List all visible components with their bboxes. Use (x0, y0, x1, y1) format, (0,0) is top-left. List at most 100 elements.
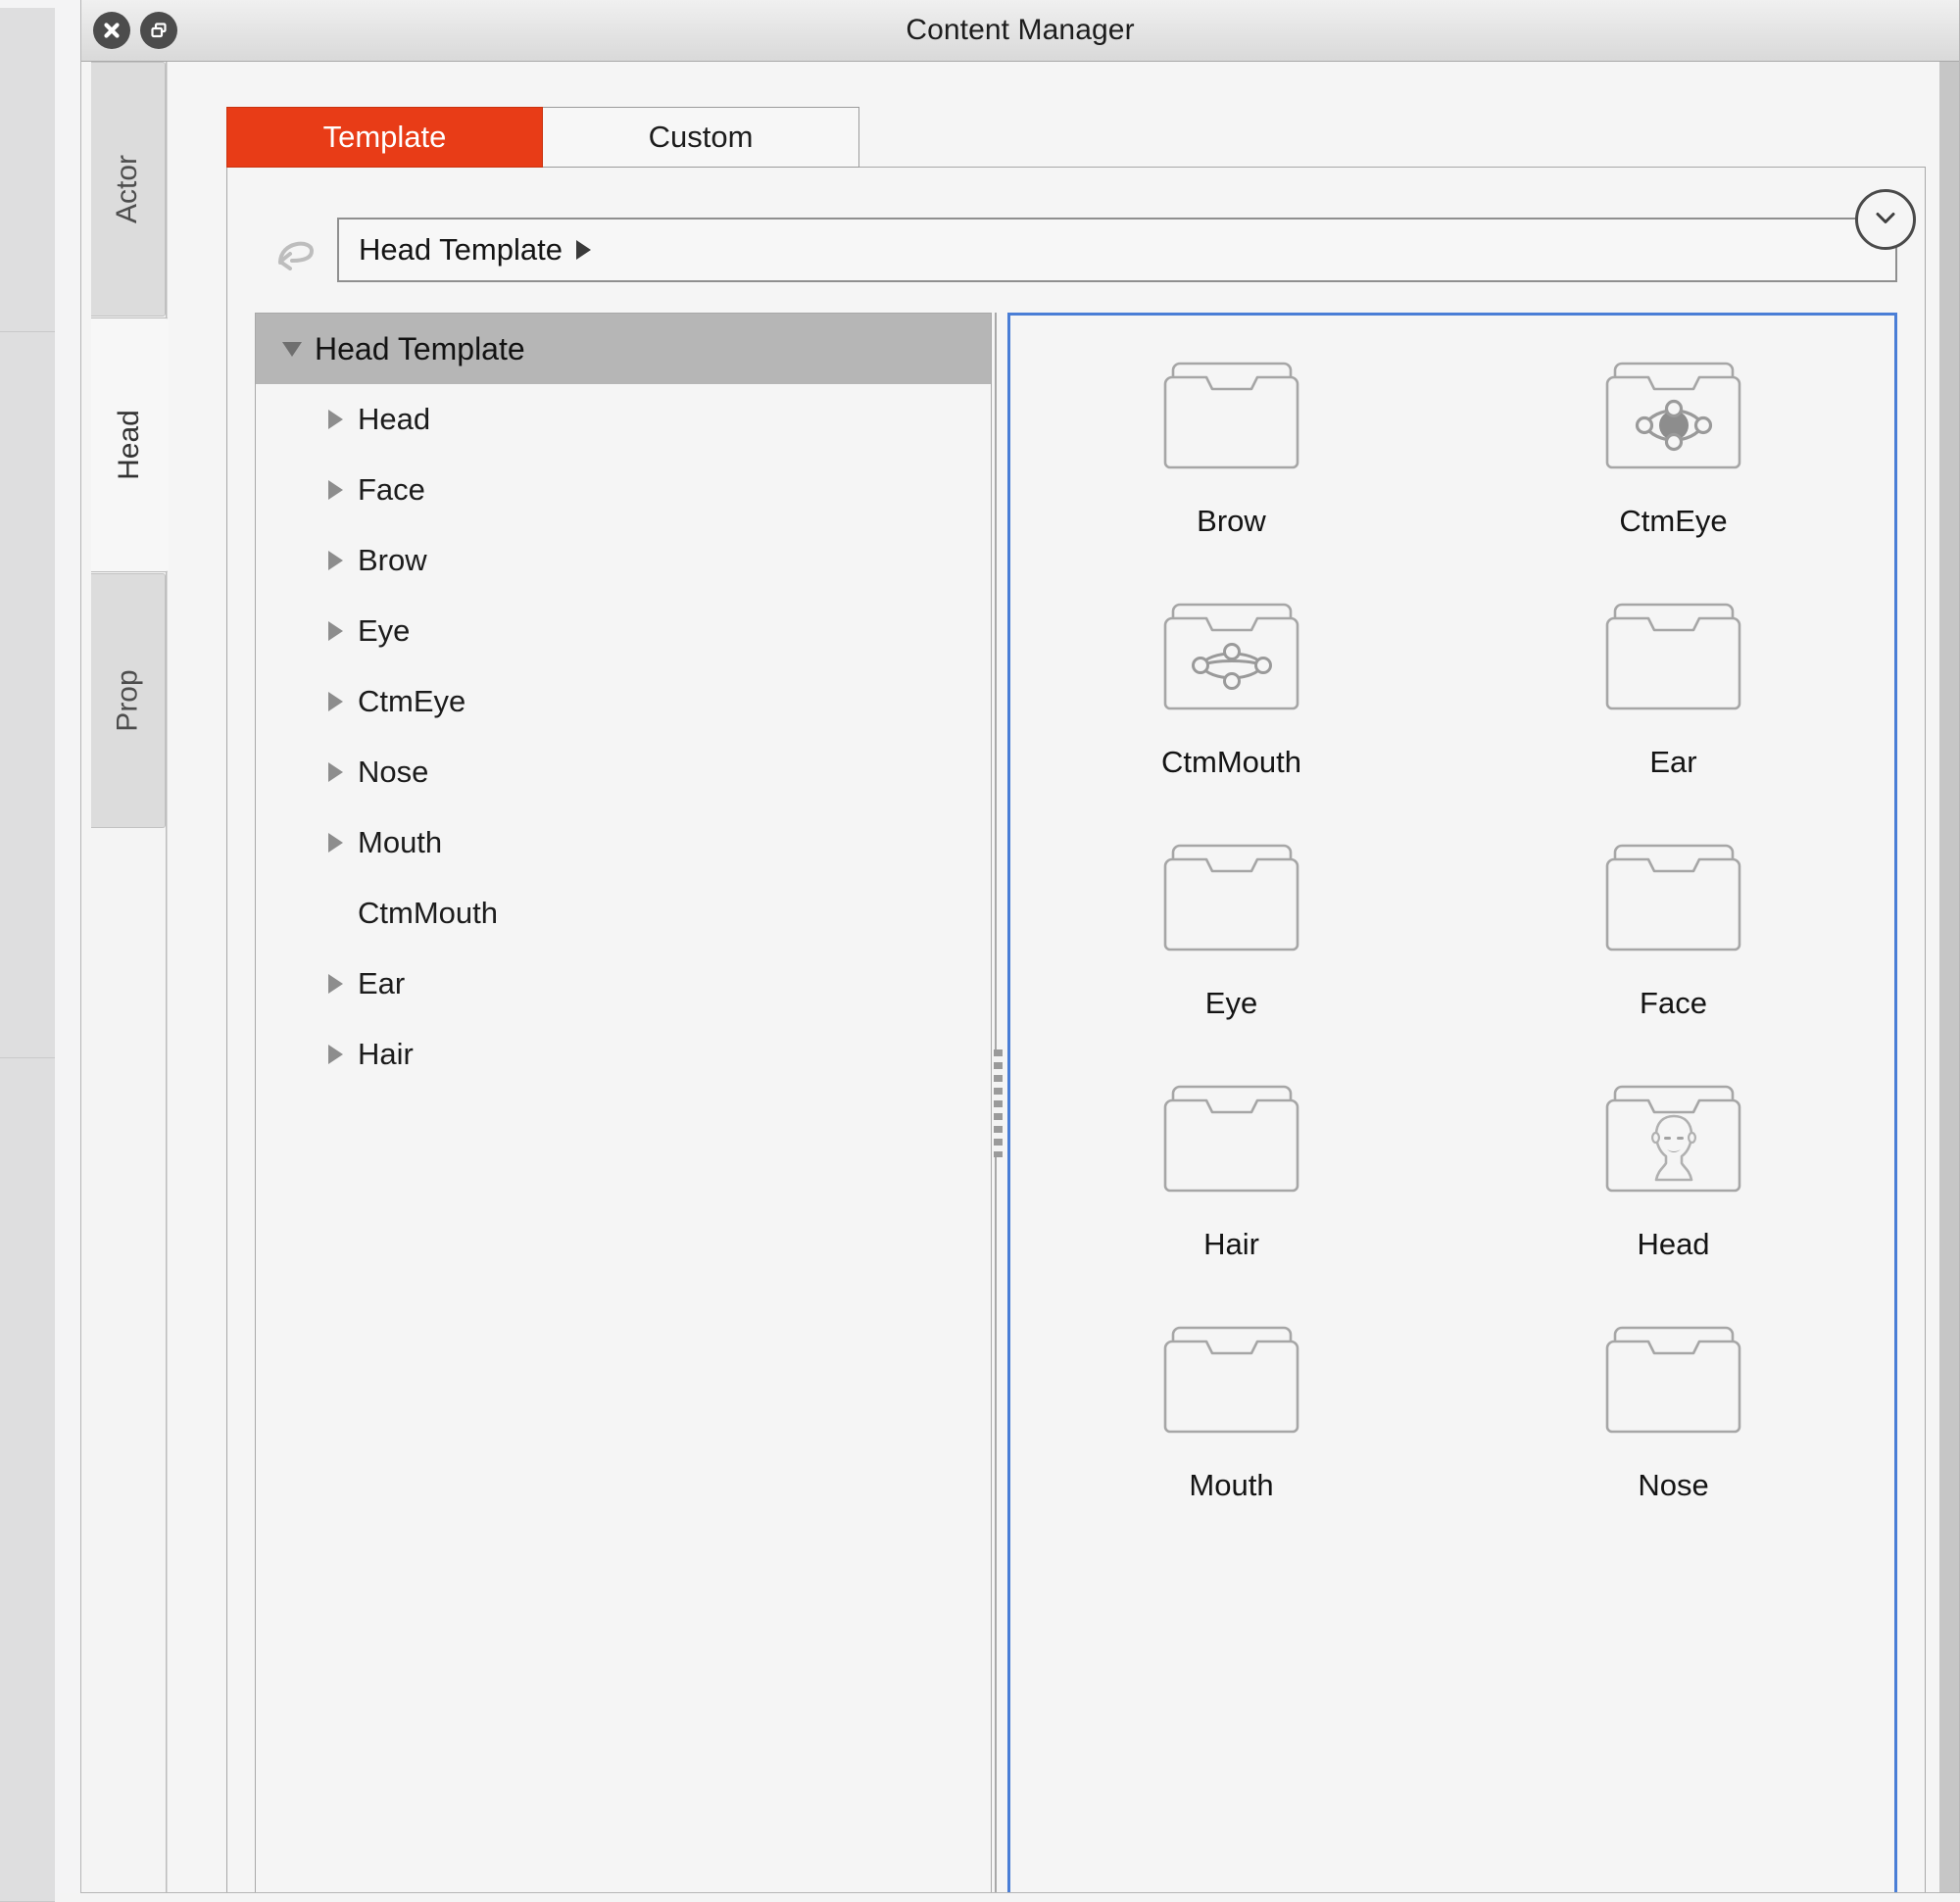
grid-item-label: Head (1637, 1227, 1709, 1262)
tab-custom[interactable]: Custom (543, 107, 859, 168)
sidebar-tab-prop[interactable]: Prop (91, 573, 166, 828)
folder-plain-icon (1155, 353, 1308, 476)
template-tree: Head Template Head (255, 313, 992, 1892)
breadcrumb-path-field[interactable]: Head Template (337, 218, 1897, 282)
folder-head-icon (1597, 1076, 1750, 1199)
tree-row-root[interactable]: Head Template (256, 314, 991, 384)
tree-row-label: CtmEye (358, 684, 466, 719)
grid-item[interactable]: Nose (1452, 1305, 1894, 1546)
tree-row-label: Head (358, 402, 430, 437)
grid-item[interactable]: Eye (1010, 823, 1452, 1064)
breadcrumb-path-label: Head Template (359, 232, 563, 268)
grid-item-label: CtmMouth (1161, 745, 1301, 780)
restore-window-icon (147, 19, 171, 42)
chevron-right-icon[interactable] (313, 833, 358, 853)
grid-item-label: Hair (1203, 1227, 1259, 1262)
chevron-right-icon[interactable] (313, 974, 358, 994)
chevron-right-icon[interactable] (313, 762, 358, 782)
tree-row[interactable]: Mouth (256, 807, 991, 878)
grid-item-label: CtmEye (1619, 504, 1727, 539)
sidebar-tab-head-label: Head (113, 410, 146, 480)
tree-row[interactable]: Nose (256, 737, 991, 807)
chevron-down-icon (1869, 201, 1902, 239)
window-body: Actor Head Prop Template Custom (81, 62, 1959, 1892)
sidebar-tab-actor-label: Actor (112, 155, 145, 223)
grid-item[interactable]: Face (1452, 823, 1894, 1064)
drag-handle-icon[interactable] (994, 1049, 1003, 1157)
tree-row[interactable]: CtmMouth (256, 878, 991, 949)
tree-row[interactable]: Ear (256, 949, 991, 1019)
sidebar-tab-actor[interactable]: Actor (91, 62, 166, 317)
chevron-right-icon[interactable] (313, 410, 358, 429)
folder-plain-icon (1155, 1317, 1308, 1440)
tree-row[interactable]: Head (256, 384, 991, 455)
panel-scroll-gutter[interactable] (1937, 62, 1959, 1892)
caret-right-icon (576, 240, 591, 260)
content-manager-window: Content Manager Actor Head Prop Template (80, 0, 1960, 1893)
breadcrumb-row: Head Template (255, 213, 1897, 287)
tree-row-label: Eye (358, 613, 410, 649)
pane-splitter[interactable] (992, 313, 1007, 1892)
tree-row-label: Mouth (358, 825, 442, 860)
tree-row[interactable]: Face (256, 455, 991, 525)
content-area: Template Custom (167, 62, 1959, 1892)
grid-item-label: Eye (1205, 986, 1257, 1021)
folder-plain-icon (1597, 1317, 1750, 1440)
chevron-right-icon[interactable] (313, 692, 358, 711)
restore-window-button[interactable] (140, 12, 177, 49)
chevron-right-icon[interactable] (313, 551, 358, 570)
window-title: Content Manager (906, 14, 1134, 47)
source-tabstrip: Template Custom (226, 107, 859, 168)
tree-row-label: Face (358, 472, 425, 508)
tree-row-label: CtmMouth (358, 896, 498, 931)
grid-item-label: Brow (1197, 504, 1266, 539)
folder-plain-icon (1155, 1076, 1308, 1199)
template-panel: Head Template Head Template (226, 167, 1926, 1892)
folder-plain-icon (1155, 835, 1308, 958)
grid-item[interactable]: Ear (1452, 582, 1894, 823)
folder-mouth-icon (1155, 594, 1308, 717)
tree-row[interactable]: Eye (256, 596, 991, 666)
tree-row-label: Hair (358, 1037, 414, 1072)
grid-item[interactable]: Brow (1010, 341, 1452, 582)
background-panel-strip (0, 8, 55, 332)
grid-item[interactable]: Hair (1010, 1064, 1452, 1305)
window-controls (93, 12, 177, 49)
tab-template[interactable]: Template (226, 107, 543, 168)
chevron-down-icon[interactable] (270, 342, 315, 357)
grid-item[interactable]: Mouth (1010, 1305, 1452, 1546)
tree-row[interactable]: Brow (256, 525, 991, 596)
tree-row-label: Ear (358, 966, 405, 1001)
tree-row[interactable]: CtmEye (256, 666, 991, 737)
close-icon (100, 19, 123, 42)
grid-item-label: Ear (1649, 745, 1696, 780)
background-panel-strip (0, 1058, 55, 1902)
grid-item[interactable]: Head (1452, 1064, 1894, 1305)
tree-row-label: Brow (358, 543, 427, 578)
grid-container: Brow (1010, 341, 1894, 1546)
folder-eye-icon (1597, 353, 1750, 476)
collapse-panel-button[interactable] (1855, 189, 1916, 250)
grid-item[interactable]: CtmMouth (1010, 582, 1452, 823)
back-arrow-icon (267, 225, 325, 275)
tree-row[interactable]: Hair (256, 1019, 991, 1090)
chevron-right-icon[interactable] (313, 621, 358, 641)
tab-template-label: Template (323, 120, 447, 155)
folder-plain-icon (1597, 594, 1750, 717)
tree-row-root-label: Head Template (315, 331, 525, 367)
close-button[interactable] (93, 12, 130, 49)
tree-row-label: Nose (358, 755, 428, 790)
tab-custom-label: Custom (649, 120, 754, 155)
folder-plain-icon (1597, 835, 1750, 958)
sidebar-tab-prop-label: Prop (112, 669, 145, 731)
grid-item[interactable]: CtmEye (1452, 341, 1894, 582)
chevron-right-icon[interactable] (313, 1045, 358, 1064)
chevron-right-icon[interactable] (313, 480, 358, 500)
grid-item-label: Mouth (1189, 1468, 1273, 1503)
back-button[interactable] (255, 218, 337, 282)
template-item-grid: Brow (1007, 313, 1897, 1892)
split-pane: Head Template Head (255, 313, 1897, 1892)
sidebar-tab-head[interactable]: Head (91, 317, 169, 572)
grid-item-label: Face (1640, 986, 1707, 1021)
category-tab-rail: Actor Head Prop (81, 62, 167, 1892)
